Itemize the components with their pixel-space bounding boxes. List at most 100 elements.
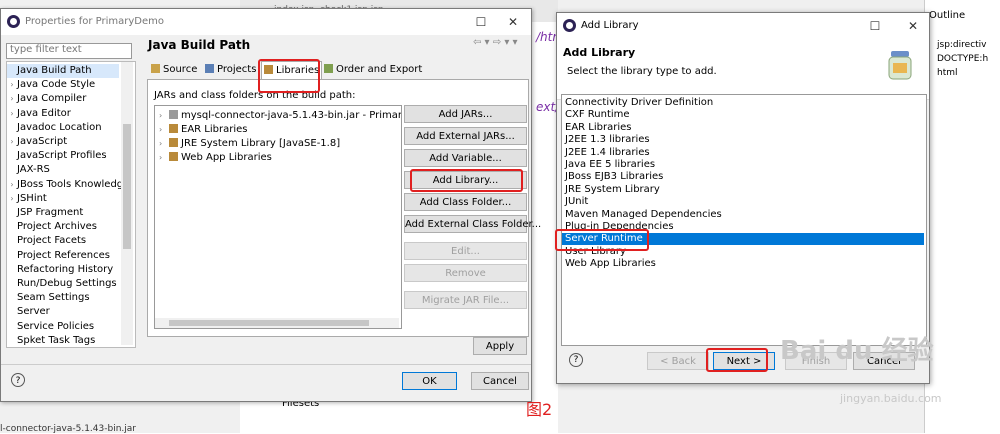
project-icon <box>205 64 214 73</box>
library-type-item[interactable]: Maven Managed Dependencies <box>562 209 924 221</box>
add-library-title: Add Library <box>581 20 639 31</box>
expand-arrow-icon[interactable]: › <box>159 137 169 151</box>
outline-item[interactable]: html <box>937 68 958 78</box>
nav-item[interactable]: › JavaScript <box>7 135 119 149</box>
nav-item[interactable]: Java Build Path <box>7 64 119 78</box>
library-row[interactable]: › JRE System Library [JavaSE-1.8] <box>159 137 340 151</box>
back-button[interactable]: < Back <box>647 352 709 370</box>
expand-arrow-icon[interactable]: › <box>7 178 17 192</box>
nav-item[interactable]: Seam Settings <box>7 291 119 305</box>
nav-item[interactable]: Spket Task Tags <box>7 334 119 347</box>
nav-item-label: Java Editor <box>17 107 71 119</box>
library-type-item[interactable]: J2EE 1.4 libraries <box>562 147 924 159</box>
library-type-item[interactable]: J2EE 1.3 libraries <box>562 134 924 146</box>
nav-item[interactable]: › Java Compiler <box>7 92 119 106</box>
nav-item-label: Java Build Path <box>17 65 92 76</box>
cancel-button[interactable]: Cancel <box>471 372 529 390</box>
nav-item[interactable]: › Java Code Style <box>7 78 119 92</box>
watermark-url: jingyan.baidu.com <box>840 392 942 405</box>
nav-item-label: Java Code Style <box>17 79 96 91</box>
add-external-jars-button[interactable]: Add External JARs... <box>404 127 527 145</box>
nav-item[interactable]: JavaScript Profiles <box>7 149 119 163</box>
nav-item[interactable]: JAX-RS <box>7 163 119 177</box>
jars-label: JARs and class folders on the build path… <box>154 90 356 101</box>
nav-item[interactable]: Project References <box>7 249 119 263</box>
nav-item[interactable]: › Java Editor <box>7 107 119 121</box>
library-type-item[interactable]: Connectivity Driver Definition <box>562 97 924 109</box>
edit-button[interactable]: Edit... <box>404 242 527 260</box>
nav-item-label: Spket Task Tags <box>17 334 96 346</box>
expand-arrow-icon[interactable]: › <box>7 135 17 149</box>
expand-arrow-icon[interactable]: › <box>7 92 17 106</box>
nav-item-label: Project References <box>17 249 110 261</box>
history-nav-icons[interactable]: ⇦ ▾ ⇨ ▾ ▾ <box>473 37 518 48</box>
outline-view: Outline jsp:directiv DOCTYPE:h html <box>924 0 1000 433</box>
add-library-dialog: Add Library ☐ ✕ Add Library Select the l… <box>555 12 930 384</box>
nav-item[interactable]: Server <box>7 305 119 319</box>
nav-item[interactable]: Run/Debug Settings <box>7 277 119 291</box>
properties-dialog: Properties for PrimaryDemo ☐ ✕ type filt… <box>0 8 541 402</box>
add-external-class-folder-button[interactable]: Add External Class Folder... <box>404 215 541 233</box>
migrate-jar-button[interactable]: Migrate JAR File... <box>404 291 527 309</box>
library-icon <box>169 152 178 161</box>
scroll-thumb[interactable] <box>123 124 131 249</box>
expand-arrow-icon[interactable]: › <box>7 192 17 206</box>
nav-item-label: JSHint <box>17 192 47 204</box>
tab-order-export[interactable]: Order and Export <box>322 61 424 79</box>
vertical-scrollbar[interactable] <box>121 62 133 345</box>
nav-item[interactable]: › JSHint <box>7 192 119 206</box>
highlight-add-library <box>410 169 523 192</box>
nav-item-label: Project Archives <box>17 221 98 233</box>
scroll-thumb[interactable] <box>169 320 369 326</box>
library-type-item[interactable]: Web App Libraries <box>562 258 924 270</box>
help-icon[interactable]: ? <box>569 353 583 367</box>
order-icon <box>324 64 333 73</box>
library-type-item[interactable]: JUnit <box>562 196 924 208</box>
dialog-separator <box>1 364 531 365</box>
filter-input[interactable]: type filter text <box>6 43 132 59</box>
nav-item-label: JavaScript Profiles <box>17 150 107 162</box>
outline-item[interactable]: jsp:directiv <box>937 40 987 50</box>
maximize-icon[interactable]: ☐ <box>471 13 491 31</box>
nav-item[interactable]: Project Archives <box>7 220 119 234</box>
library-row[interactable]: › mysql-connector-java-5.1.43-bin.jar - P… <box>159 109 401 123</box>
library-type-item[interactable]: CXF Runtime <box>562 109 924 121</box>
wizard-banner: Add Library Select the library type to a… <box>557 39 929 100</box>
nav-item[interactable]: Refactoring History <box>7 263 119 277</box>
maximize-icon[interactable]: ☐ <box>865 17 885 35</box>
nav-item-label: Java Compiler <box>17 93 87 105</box>
ok-button[interactable]: OK <box>402 372 457 390</box>
apply-button[interactable]: Apply <box>473 337 527 355</box>
nav-item[interactable]: JSP Fragment <box>7 206 119 220</box>
expand-arrow-icon[interactable]: › <box>7 78 17 92</box>
nav-item[interactable]: Javadoc Location <box>7 121 119 135</box>
expand-arrow-icon[interactable]: › <box>159 151 169 165</box>
library-type-item[interactable]: Java EE 5 libraries <box>562 159 924 171</box>
horizontal-scrollbar[interactable] <box>155 318 399 328</box>
expand-arrow-icon[interactable]: › <box>159 109 169 123</box>
library-row[interactable]: › EAR Libraries <box>159 123 247 137</box>
watermark: Bai du 经验 <box>780 336 934 366</box>
nav-item[interactable]: Service Policies <box>7 320 119 334</box>
remove-button[interactable]: Remove <box>404 264 527 282</box>
nav-item[interactable]: Project Facets <box>7 234 119 248</box>
add-class-folder-button[interactable]: Add Class Folder... <box>404 193 527 211</box>
close-icon[interactable]: ✕ <box>503 13 523 31</box>
tab-projects[interactable]: Projects <box>203 61 258 79</box>
add-variable-button[interactable]: Add Variable... <box>404 149 527 167</box>
close-icon[interactable]: ✕ <box>903 17 923 35</box>
outline-item[interactable]: DOCTYPE:h <box>937 54 988 64</box>
outline-title[interactable]: Outline <box>929 10 965 21</box>
library-row[interactable]: › Web App Libraries <box>159 151 272 165</box>
library-type-item[interactable]: JBoss EJB3 Libraries <box>562 171 924 183</box>
help-icon[interactable]: ? <box>11 373 25 387</box>
tab-source[interactable]: Source <box>149 61 199 79</box>
nav-item-label: JAX-RS <box>17 164 50 176</box>
expand-arrow-icon[interactable]: › <box>159 123 169 137</box>
library-type-item[interactable]: JRE System Library <box>562 184 924 196</box>
wizard-heading: Add Library <box>563 46 636 59</box>
nav-item[interactable]: › JBoss Tools Knowledg <box>7 178 123 192</box>
expand-arrow-icon[interactable]: › <box>7 107 17 121</box>
add-jars-button[interactable]: Add JARs... <box>404 105 527 123</box>
library-type-item[interactable]: EAR Libraries <box>562 122 924 134</box>
